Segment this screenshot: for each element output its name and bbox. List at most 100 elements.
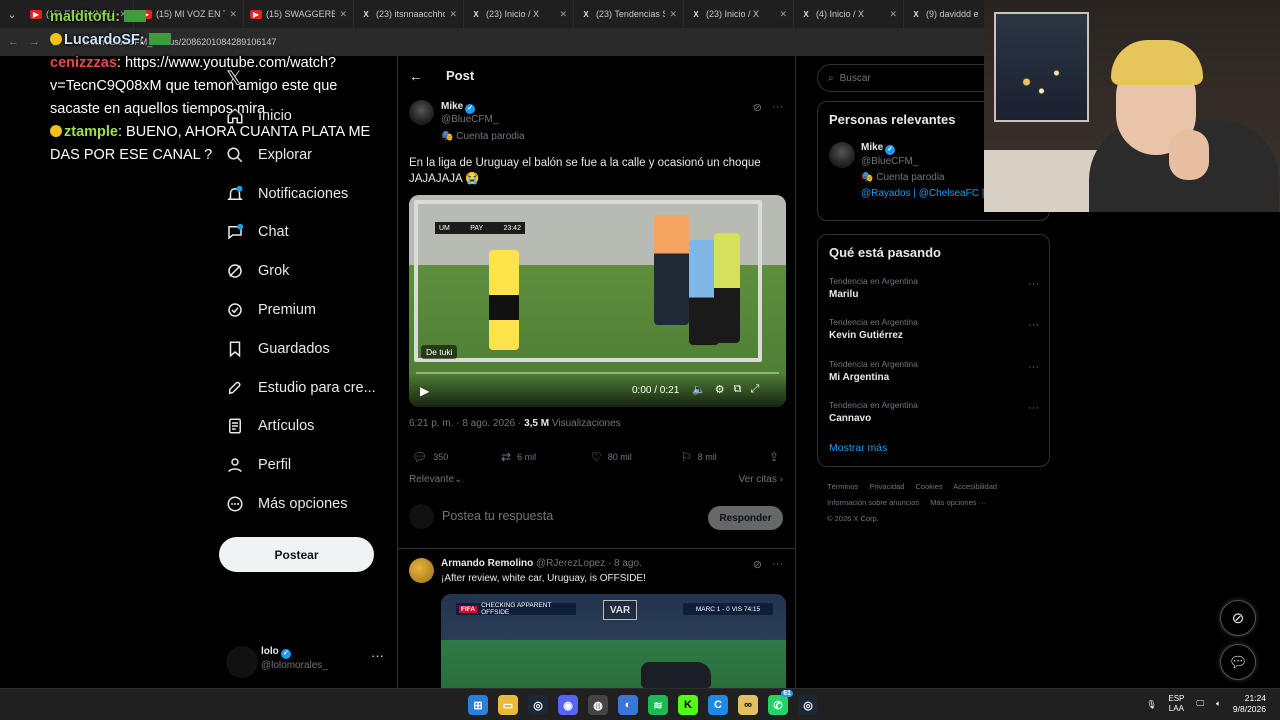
verified-badge-icon: ✓ (280, 649, 291, 659)
close-tab-icon[interactable]: ✕ (669, 9, 677, 20)
chat-message: ztample: BUENO, AHORA CUANTA PLATA ME DA… (50, 124, 371, 163)
network-icon[interactable]: 🖵︎ (1196, 699, 1204, 709)
footer-link[interactable]: Más opciones ··· (930, 498, 986, 507)
relevant-handle[interactable]: @BlueCFM_ (861, 156, 918, 167)
nav-item-notifications[interactable]: Notificaciones (226, 179, 348, 209)
volume-icon[interactable]: 🔈 (692, 383, 706, 396)
nav-item-creator-studio[interactable]: Estudio para cre... (226, 373, 376, 403)
more-icon[interactable]: ··· (772, 101, 783, 114)
repost-button[interactable]: ⇄ 6 mil (501, 450, 536, 464)
view-quotes-link[interactable]: Ver citas › (739, 474, 783, 485)
close-tab-icon[interactable]: ✕ (449, 9, 457, 20)
browser-tab[interactable]: X (23) Inicio / X ✕ (684, 0, 794, 28)
relevant-name[interactable]: Mike ✓ (861, 142, 896, 155)
browser-tab[interactable]: X (23) Tendencias S ✕ (574, 0, 684, 28)
footer-link[interactable]: Cookies (915, 482, 942, 491)
reply-media[interactable]: FIFA CHECKING APPARENT OFFSIDE VAR MARC 1… (441, 594, 786, 688)
more-icon[interactable]: ··· (1028, 319, 1039, 331)
kick-icon[interactable]: K (678, 695, 698, 715)
settings-icon[interactable]: ⚙ (715, 383, 725, 396)
play-icon[interactable]: ▶ (420, 384, 429, 398)
post-column: ← Post Mike ✓ @BlueCFM_ 🎭 Cuenta parodia … (397, 56, 796, 688)
grok-icon[interactable]: ⊘ (753, 558, 762, 571)
nav-item-premium[interactable]: Premium (226, 295, 316, 325)
reply-submit-button[interactable]: Responder (708, 506, 783, 530)
chrome-icon[interactable]: ◐ (618, 695, 638, 715)
relevant-bio[interactable]: @Rayados | @ChelseaFC | F (861, 188, 993, 199)
back-arrow-icon[interactable]: ← (409, 68, 423, 84)
ccleaner-icon[interactable]: C (708, 695, 728, 715)
microphone-icon[interactable]: 🎙︎ (1146, 700, 1156, 709)
avatar[interactable] (409, 100, 434, 125)
fullscreen-icon[interactable]: ⤢ (750, 383, 759, 396)
trend-item[interactable]: Tendencia en Argentina Marilu ··· (829, 276, 1039, 300)
trend-item[interactable]: Tendencia en Argentina Cannavo ··· (829, 400, 1039, 424)
bookmark-button[interactable]: ⚐ 8 mil (681, 450, 717, 464)
chat-fab-button[interactable]: 💬︎ (1220, 644, 1256, 680)
steam-icon[interactable]: ◎ (528, 695, 548, 715)
browser-tab[interactable]: X (4) Inicio / X ✕ (794, 0, 904, 28)
footer-link[interactable]: Privacidad (869, 482, 904, 491)
reply-text: ¡After review, white car, Uruguay, is OF… (441, 573, 646, 584)
trend-item[interactable]: Tendencia en Argentina Mi Argentina ··· (829, 359, 1039, 383)
app-icon[interactable]: ∞ (738, 695, 758, 715)
account-switcher[interactable]: lolo ✓ @lolomorales_ ··· (226, 644, 386, 678)
footer-link[interactable]: Términos (827, 482, 858, 491)
nav-item-grok[interactable]: Grok (226, 256, 289, 286)
grok-icon[interactable]: ⊘ (753, 101, 762, 114)
video-progress-bar[interactable] (416, 372, 779, 374)
forward-nav-icon[interactable]: → (29, 36, 40, 48)
file-explorer-icon[interactable]: ▭ (498, 695, 518, 715)
back-nav-icon[interactable]: ← (8, 36, 19, 48)
grok-fab-button[interactable]: ⊘ (1220, 600, 1256, 636)
author-name[interactable]: Mike ✓ (441, 101, 476, 114)
show-more-link[interactable]: Mostrar más (829, 442, 887, 454)
reply-input[interactable]: Postea tu respuesta (442, 509, 553, 523)
author-handle[interactable]: @BlueCFM_ (441, 114, 498, 125)
post-button[interactable]: Postear (219, 537, 374, 572)
more-icon[interactable]: ··· (371, 648, 384, 663)
browser-tab[interactable]: X (23) Inicio / X ✕ (464, 0, 574, 28)
reply-button[interactable]: 💬︎ 350 (412, 450, 448, 464)
avatar[interactable] (409, 558, 434, 583)
trend-item[interactable]: Tendencia en Argentina Kevin Gutiérrez ·… (829, 317, 1039, 341)
nav-item-articles[interactable]: Artículos (226, 411, 314, 441)
discord-icon[interactable]: ◉ (558, 695, 578, 715)
more-icon[interactable]: ··· (1028, 278, 1039, 290)
steam-icon[interactable]: ◎ (798, 695, 818, 715)
whatsapp-icon[interactable]: ✆ 61 (768, 690, 793, 715)
spotify-icon[interactable]: ≋ (648, 695, 668, 715)
more-icon[interactable]: ··· (1028, 402, 1039, 414)
windows-start-icon[interactable]: ⊞ (468, 695, 488, 715)
close-tab-icon[interactable]: ✕ (889, 9, 897, 20)
clock[interactable]: 21:24 9/8/2026 (1233, 693, 1266, 715)
footer-link[interactable]: Información sobre anuncios (827, 498, 919, 507)
language-indicator[interactable]: ESP LAA (1168, 694, 1184, 714)
x-logo-icon: X (473, 9, 479, 19)
nav-item-bookmarks[interactable]: Guardados (226, 334, 330, 364)
footer-link[interactable]: Accesibilidad (953, 482, 997, 491)
chevron-right-icon: › (779, 474, 783, 485)
nav-item-more[interactable]: Más opciones (226, 489, 347, 519)
close-tab-icon[interactable]: ✕ (779, 9, 787, 20)
reply-author[interactable]: Armando Remolino @RJerezLopez · 8 ago. (441, 558, 642, 569)
nav-item-chat[interactable]: Chat (226, 217, 289, 247)
bookmark-icon: ⚐ (681, 450, 692, 464)
video-player[interactable]: UM PAY 23:42 De tuki ▶ 0:00 / 0:21 🔈 ⚙ ⧉ ⤢ (409, 195, 786, 407)
video-source-tag[interactable]: De tuki (421, 345, 458, 359)
volume-icon[interactable]: 🔈︎ (1216, 699, 1221, 709)
pip-icon[interactable]: ⧉ (734, 383, 742, 396)
more-icon[interactable]: ··· (1028, 361, 1039, 373)
trends-card: Qué está pasando Tendencia en Argentina … (817, 234, 1050, 467)
obs-icon[interactable]: ◍ (588, 695, 608, 715)
card-title: Personas relevantes (829, 112, 956, 127)
nav-item-profile[interactable]: Perfil (226, 450, 291, 480)
more-icon[interactable]: ··· (772, 558, 783, 571)
like-button[interactable]: ♡ 80 mil (591, 450, 632, 464)
chat-message: cenizzzas: https://www.youtube.com/watch… (50, 55, 338, 117)
share-button[interactable]: ⇪ (769, 450, 779, 464)
close-tab-icon[interactable]: ✕ (559, 9, 567, 20)
avatar[interactable] (829, 142, 855, 168)
sort-replies-dropdown[interactable]: Relevante⌄ (409, 474, 462, 485)
tab-list-button[interactable]: ⌄ (0, 0, 24, 28)
